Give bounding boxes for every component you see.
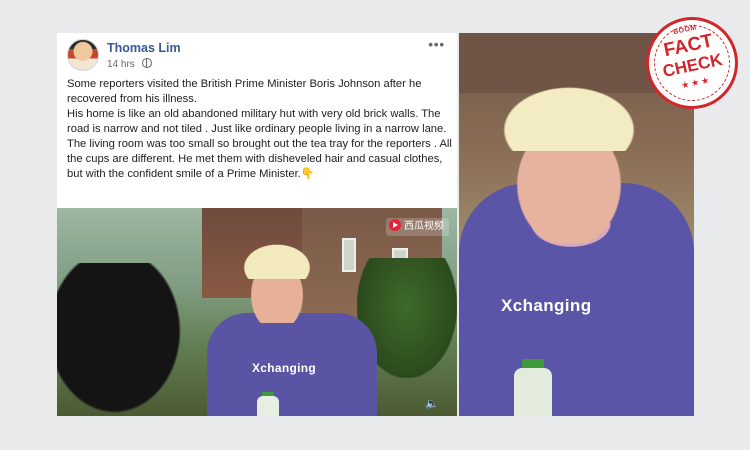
video-player[interactable]: Xchanging 西瓜视频 🔈 [57,208,457,416]
volume-icon[interactable]: 🔈 [425,397,439,410]
bottle [514,368,552,416]
video-source-badge: 西瓜视频 [386,218,449,236]
video-shirt-logo: Xchanging [252,361,317,375]
post-paragraph: His home is like an old abandoned milita… [67,108,447,135]
globe-icon [141,58,152,68]
house-window [342,238,356,272]
author-name[interactable]: Thomas Lim [107,41,181,55]
photo-hair [494,81,644,151]
avatar[interactable] [67,39,99,71]
photo-shirt-logo: Xchanging [501,296,592,315]
more-options-icon[interactable]: ••• [428,37,445,52]
timestamp[interactable]: 14 hrs [107,59,135,70]
post-text: Some reporters visited the British Prime… [67,77,452,182]
post-paragraph: Some reporters visited the British Prime… [67,78,422,105]
post-header: Thomas Lim 14 hrs ••• [67,37,449,71]
video-scene-head [57,263,197,416]
video-scene-hair [239,241,315,279]
post-paragraph: The living room was too small so brought… [67,138,452,180]
bottle [257,396,279,416]
play-icon [389,219,401,231]
video-source-label: 西瓜视频 [404,221,444,232]
facebook-post: Thomas Lim 14 hrs ••• Some reporters vis… [57,33,457,416]
post-meta: 14 hrs [107,58,152,70]
